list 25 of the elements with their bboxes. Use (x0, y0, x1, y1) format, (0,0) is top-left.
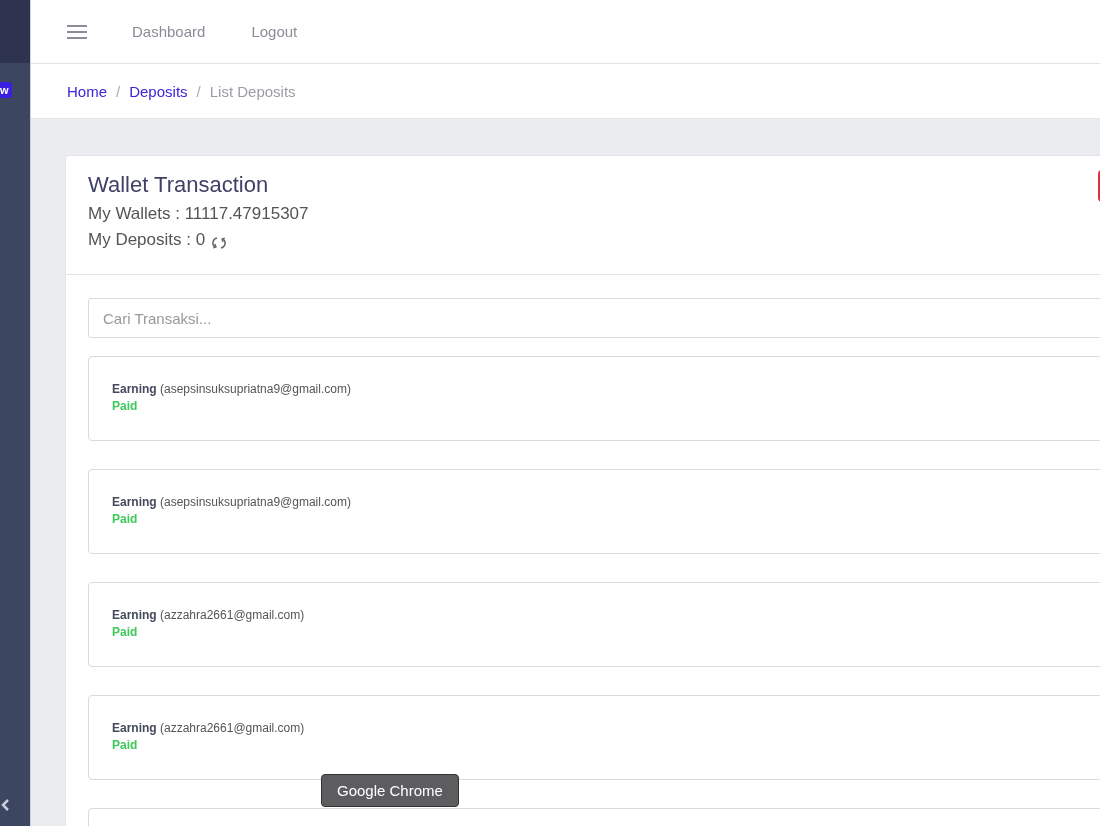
wallet-balance: My Wallets : 11117.47915307 (88, 204, 310, 224)
sidebar-badge: w (0, 82, 12, 98)
nav-link[interactable]: Logout (251, 23, 298, 40)
tooltip: Google Chrome (321, 774, 459, 807)
breadcrumb-item[interactable]: Home (67, 82, 107, 100)
search-field[interactable]: Cari Transaksi... (88, 298, 1100, 338)
deposit-count: My Deposits : 0 (88, 230, 206, 250)
collapse-chevron-icon[interactable] (0, 798, 10, 812)
sidebar-header (0, 0, 30, 63)
transaction-status: Paid (112, 625, 139, 639)
breadcrumb-item[interactable]: List Deposits (209, 82, 296, 100)
transaction-status: Paid (112, 738, 139, 752)
transaction-status: Paid (112, 512, 139, 526)
transaction-label: Earning (azzahra2661@gmail.com) (112, 608, 306, 622)
breadcrumb-separator: / (116, 82, 121, 100)
transaction-status: Paid (112, 399, 139, 413)
refresh-icon[interactable] (211, 236, 228, 250)
menu-icon[interactable] (67, 23, 87, 40)
nav-link[interactable]: Dashboard (132, 23, 206, 40)
breadcrumb-item[interactable]: Deposits (129, 82, 188, 100)
transaction-label: Earning (azzahra2661@gmail.com) (112, 721, 306, 735)
transaction-label: Earning (asepsinsuksupriatna9@gmail.com) (112, 495, 352, 509)
transaction-label: Earning (asepsinsuksupriatna9@gmail.com) (112, 382, 352, 396)
breadcrumb-separator: / (196, 82, 201, 100)
card-title: Wallet Transaction (88, 172, 270, 198)
